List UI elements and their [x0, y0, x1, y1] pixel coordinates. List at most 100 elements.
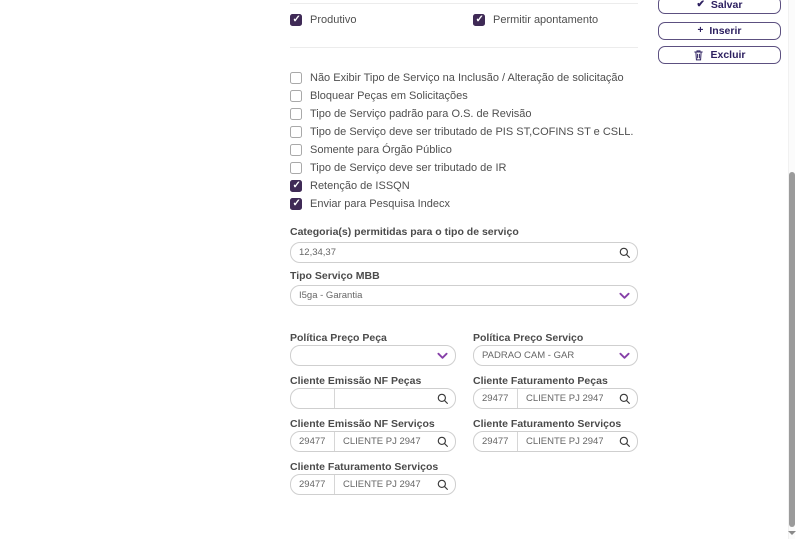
cliente-faturamento-servicos-code-input[interactable] — [474, 432, 517, 451]
cliente-faturamento-servicos-2-search-button[interactable] — [429, 475, 455, 494]
checkbox-produtivo[interactable]: Produtivo — [290, 11, 356, 29]
categorias-input-box — [290, 242, 638, 263]
name-cell — [335, 432, 429, 451]
checkbox-icon[interactable] — [290, 144, 302, 156]
politica-preco-servico-select[interactable]: PADRAO CAM - GAR — [473, 345, 638, 366]
cliente-faturamento-servicos-2-name-input[interactable] — [335, 475, 429, 494]
checkbox-icon[interactable] — [290, 198, 302, 210]
cliente-faturamento-servicos-2-code-input[interactable] — [291, 475, 334, 494]
save-button-label: Salvar — [711, 0, 743, 11]
checkbox-tributado-ir[interactable]: Tipo de Serviço deve ser tributado de IR — [290, 159, 506, 177]
code-cell — [291, 432, 335, 451]
checkbox-label: Bloquear Peças em Solicitações — [310, 90, 468, 102]
delete-button-label: Excluir — [710, 49, 745, 61]
checkbox-nao-exibir-tipo-servico[interactable]: Não Exibir Tipo de Serviço na Inclusão /… — [290, 69, 624, 87]
save-button[interactable]: ✔ Salvar — [658, 0, 781, 14]
cliente-faturamento-servicos-search-button[interactable] — [611, 432, 637, 451]
politica-preco-servico-dropdown-button[interactable] — [611, 346, 637, 365]
cliente-emissao-nf-servicos-label: Cliente Emissão NF Serviços — [290, 418, 435, 430]
checkbox-label: Tipo de Serviço deve ser tributado de PI… — [310, 126, 633, 138]
categorias-input[interactable] — [291, 243, 611, 262]
service-type-form-screen: Produtivo Permitir apontamento Não Exibi… — [0, 0, 803, 539]
checkbox-label: Permitir apontamento — [493, 14, 598, 26]
cliente-emissao-nf-servicos-code-input[interactable] — [291, 432, 334, 451]
checkbox-tipo-servico-padrao-os-revisao[interactable]: Tipo de Serviço padrão para O.S. de Revi… — [290, 105, 532, 123]
code-cell — [474, 389, 518, 408]
cliente-emissao-nf-pecas-code-input[interactable] — [291, 389, 334, 408]
tipo-servico-mbb-label: Tipo Serviço MBB — [290, 270, 380, 282]
checkbox-permitir-apontamento[interactable]: Permitir apontamento — [473, 11, 598, 29]
politica-preco-peca-dropdown-button[interactable] — [429, 346, 455, 365]
code-cell — [291, 475, 335, 494]
name-cell — [518, 432, 611, 451]
name-cell — [335, 389, 429, 408]
cliente-faturamento-pecas-search-button[interactable] — [611, 389, 637, 408]
checkbox-label: Somente para Órgão Público — [310, 144, 452, 156]
scrollbar-down-arrow-icon[interactable] — [788, 531, 796, 535]
checkbox-label: Produtivo — [310, 14, 356, 26]
checkbox-icon[interactable] — [290, 126, 302, 138]
categorias-search-button[interactable] — [611, 243, 637, 262]
cliente-emissao-nf-pecas-name-input[interactable] — [335, 389, 429, 408]
insert-button[interactable]: + Inserir — [658, 22, 781, 40]
search-icon — [436, 392, 449, 405]
checkbox-icon[interactable] — [290, 72, 302, 84]
politica-preco-servico-value: PADRAO CAM - GAR — [474, 350, 611, 361]
check-icon: ✔ — [697, 0, 705, 10]
checkbox-label: Enviar para Pesquisa Indecx — [310, 198, 450, 210]
checkbox-enviar-pesquisa-indecx[interactable]: Enviar para Pesquisa Indecx — [290, 195, 450, 213]
name-cell — [335, 475, 429, 494]
checkbox-icon[interactable] — [290, 180, 302, 192]
search-icon — [436, 478, 449, 491]
divider-top — [290, 3, 638, 4]
search-icon — [436, 435, 449, 448]
checkbox-icon[interactable] — [290, 14, 302, 26]
checkbox-tributado-pis-cofins-csll[interactable]: Tipo de Serviço deve ser tributado de PI… — [290, 123, 633, 141]
cliente-emissao-nf-pecas-label: Cliente Emissão NF Peças — [290, 375, 421, 387]
chevron-down-icon — [437, 352, 448, 360]
checkbox-somente-orgao-publico[interactable]: Somente para Órgão Público — [290, 141, 452, 159]
checkbox-label: Não Exibir Tipo de Serviço na Inclusão /… — [310, 72, 624, 84]
checkbox-label: Retenção de ISSQN — [310, 180, 410, 192]
cliente-emissao-nf-pecas-search-button[interactable] — [429, 389, 455, 408]
cliente-faturamento-pecas-input-box — [473, 388, 638, 409]
categorias-label: Categoria(s) permitidas para o tipo de s… — [290, 226, 519, 238]
cliente-faturamento-servicos-2-label: Cliente Faturamento Serviços — [290, 461, 438, 473]
checkbox-label: Tipo de Serviço padrão para O.S. de Revi… — [310, 108, 532, 120]
cliente-faturamento-servicos-name-input[interactable] — [518, 432, 611, 451]
tipo-servico-mbb-value: I5ga - Garantia — [291, 290, 611, 301]
cliente-faturamento-servicos-label: Cliente Faturamento Serviços — [473, 418, 621, 430]
cliente-faturamento-pecas-name-input[interactable] — [518, 389, 611, 408]
politica-preco-servico-label: Política Preço Serviço — [473, 332, 583, 344]
cliente-faturamento-servicos-input-box — [473, 431, 638, 452]
name-cell — [518, 389, 611, 408]
checkbox-icon[interactable] — [290, 108, 302, 120]
insert-button-label: Inserir — [709, 25, 741, 37]
divider-after-top-checkboxes — [290, 47, 638, 48]
checkbox-icon[interactable] — [290, 90, 302, 102]
plus-icon: + — [698, 26, 704, 36]
cliente-faturamento-pecas-label: Cliente Faturamento Peças — [473, 375, 608, 387]
cliente-emissao-nf-pecas-input-box — [290, 388, 456, 409]
checkbox-label: Tipo de Serviço deve ser tributado de IR — [310, 162, 506, 174]
checkbox-icon[interactable] — [290, 162, 302, 174]
code-cell — [291, 389, 335, 408]
search-icon — [618, 392, 631, 405]
checkbox-bloquear-pecas[interactable]: Bloquear Peças em Solicitações — [290, 87, 468, 105]
tipo-servico-mbb-select[interactable]: I5ga - Garantia — [290, 285, 638, 306]
scrollbar-thumb[interactable] — [789, 172, 795, 527]
search-icon — [618, 246, 631, 259]
cliente-emissao-nf-servicos-search-button[interactable] — [429, 432, 455, 451]
cliente-faturamento-pecas-code-input[interactable] — [474, 389, 517, 408]
politica-preco-peca-label: Política Preço Peça — [290, 332, 387, 344]
politica-preco-peca-select[interactable] — [290, 345, 456, 366]
tipo-servico-mbb-dropdown-button[interactable] — [611, 286, 637, 305]
cliente-emissao-nf-servicos-name-input[interactable] — [335, 432, 429, 451]
delete-button[interactable]: Excluir — [658, 46, 781, 64]
chevron-down-icon — [619, 352, 630, 360]
checkbox-icon[interactable] — [473, 14, 485, 26]
cliente-emissao-nf-servicos-input-box — [290, 431, 456, 452]
cliente-faturamento-servicos-2-input-box — [290, 474, 456, 495]
trash-icon — [693, 49, 704, 61]
checkbox-retencao-issqn[interactable]: Retenção de ISSQN — [290, 177, 410, 195]
